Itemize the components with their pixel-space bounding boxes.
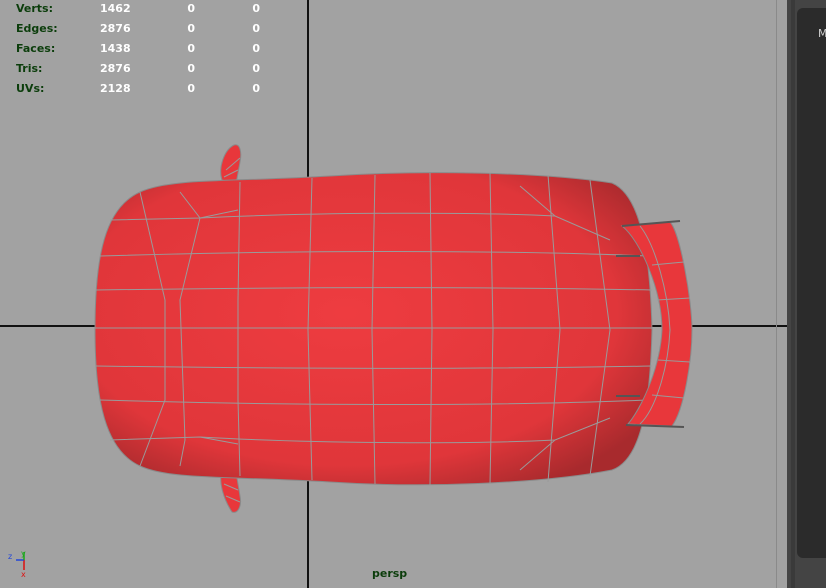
hud-tris-value: 2876 bbox=[100, 62, 131, 75]
hud-faces-label: Faces: bbox=[16, 42, 56, 55]
view-axis-icon: z y x bbox=[8, 549, 26, 578]
hud-verts-value: 1462 bbox=[100, 2, 131, 15]
hud-verts-label: Verts: bbox=[16, 2, 54, 15]
hud-uvs-label: UVs: bbox=[16, 82, 45, 95]
hud-faces-other: 0 bbox=[252, 42, 260, 55]
hud-tris-label: Tris: bbox=[16, 62, 43, 75]
hud-edges-other: 0 bbox=[252, 22, 260, 35]
hud-edges-label: Edges: bbox=[16, 22, 58, 35]
side-panel-content[interactable] bbox=[797, 8, 826, 558]
side-panel-label[interactable]: M bbox=[818, 27, 826, 40]
hud-uvs-value: 2128 bbox=[100, 82, 131, 95]
axis-x-label: x bbox=[21, 570, 26, 578]
hud-uvs-other: 0 bbox=[252, 82, 260, 95]
camera-name-label: persp bbox=[372, 567, 408, 580]
hud-faces-value: 1438 bbox=[100, 42, 131, 55]
axis-z-label: z bbox=[8, 552, 12, 561]
hud-tris-other: 0 bbox=[252, 62, 260, 75]
hud-tris-selected: 0 bbox=[187, 62, 195, 75]
axis-y-label: y bbox=[21, 549, 26, 558]
hud-verts-other: 0 bbox=[252, 2, 260, 15]
hud-edges-selected: 0 bbox=[187, 22, 195, 35]
perspective-viewport[interactable]: Verts: 1462 0 0 Edges: 2876 0 0 Faces: 1… bbox=[0, 0, 787, 588]
hud-faces-selected: 0 bbox=[187, 42, 195, 55]
hud-edges-value: 2876 bbox=[100, 22, 131, 35]
hud-verts-selected: 0 bbox=[187, 2, 195, 15]
mirror-top[interactable] bbox=[220, 144, 242, 185]
side-panel-splitter[interactable] bbox=[791, 0, 795, 588]
hud-uvs-selected: 0 bbox=[187, 82, 195, 95]
